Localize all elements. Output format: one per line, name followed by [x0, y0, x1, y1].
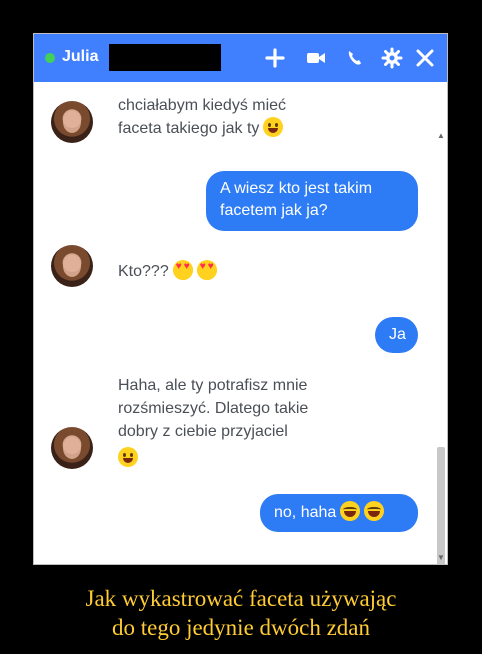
- contact-name[interactable]: Julia: [62, 48, 98, 66]
- avatar[interactable]: [51, 427, 93, 469]
- laughing-emoji-icon: [364, 501, 385, 521]
- scroll-up-icon[interactable]: ▲: [437, 132, 445, 140]
- message-text: A wiesz kto jest takim facetem jak ja?: [220, 180, 373, 219]
- online-status-icon: [45, 53, 55, 63]
- message-incoming-5: Haha, ale ty potrafisz mnie rozśmieszyć.…: [118, 374, 378, 470]
- chat-titlebar: Julia: [34, 34, 447, 82]
- message-text: Ja: [389, 326, 406, 343]
- phone-icon[interactable]: [342, 45, 368, 71]
- watermark: DEMOTYWATORY.PL: [170, 555, 258, 564]
- plus-icon[interactable]: [262, 45, 288, 71]
- caption-line-1: Jak wykastrować faceta używając: [85, 586, 397, 611]
- close-icon[interactable]: [412, 45, 438, 71]
- message-outgoing-4: Ja: [375, 317, 418, 353]
- scroll-thumb[interactable]: [437, 447, 445, 564]
- message-text: no, haha: [274, 504, 337, 521]
- avatar[interactable]: [51, 245, 93, 287]
- avatar[interactable]: [51, 101, 93, 143]
- scroll-down-icon[interactable]: ▼: [437, 554, 445, 562]
- smile-emoji-icon: [118, 447, 138, 467]
- message-incoming-1: chciałabym kiedyś mieć faceta takiego ja…: [118, 94, 286, 140]
- caption-line-2: do tego jedynie dwóch zdań: [111, 615, 371, 640]
- message-text: chciałabym kiedyś mieć faceta takiego ja…: [118, 97, 287, 137]
- chat-window: Julia ▲ ▼ chciałabym kiedyś mieć faceta …: [33, 33, 448, 565]
- redacted-name-block: [109, 44, 221, 71]
- smile-emoji-icon: [263, 117, 284, 137]
- scrollbar[interactable]: ▲ ▼: [435, 82, 447, 564]
- message-text: Haha, ale ty potrafisz mnie rozśmieszyć.…: [118, 377, 309, 440]
- message-incoming-3: Kto???: [118, 260, 217, 283]
- heart-eyes-emoji-icon: [196, 260, 217, 280]
- video-camera-icon[interactable]: [303, 45, 329, 71]
- heart-eyes-emoji-icon: [172, 260, 193, 280]
- message-outgoing-2: A wiesz kto jest takim facetem jak ja?: [206, 171, 418, 231]
- laughing-emoji-icon: [340, 501, 361, 521]
- message-outgoing-6: no, haha: [260, 494, 418, 532]
- gear-icon[interactable]: [379, 45, 405, 71]
- message-text: Kto???: [118, 263, 169, 280]
